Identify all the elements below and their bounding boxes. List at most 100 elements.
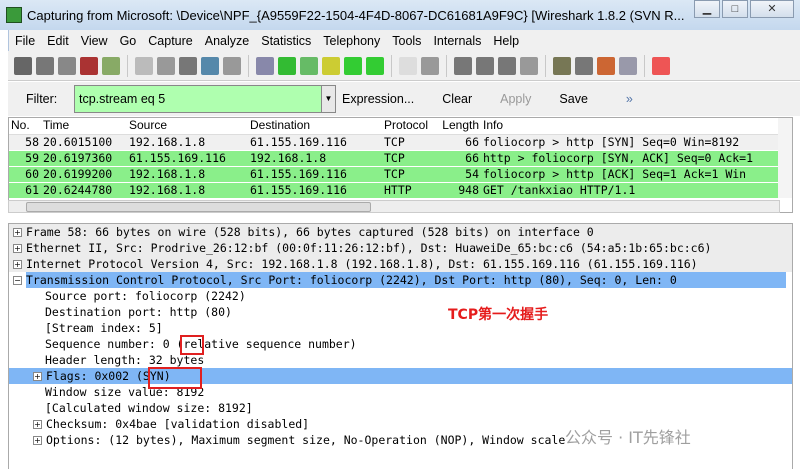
goto-icon[interactable]	[322, 56, 340, 75]
tree-item-text: Ethernet II, Src: Prodrive_26:12:bf (00:…	[26, 241, 712, 255]
menu-help[interactable]: Help	[493, 34, 519, 48]
print-icon[interactable]	[223, 56, 241, 75]
tree-item-frame[interactable]: + Frame 58: 66 bytes on wire (528 bits), …	[9, 224, 792, 240]
expand-icon[interactable]: +	[13, 244, 22, 253]
interfaces-icon[interactable]	[14, 56, 32, 75]
first-icon[interactable]	[344, 56, 362, 75]
scrollbar-thumb[interactable]	[26, 202, 371, 212]
packet-row[interactable]: 58 20.6015100 192.168.1.8 61.155.169.116 TCP…	[9, 135, 792, 151]
tree-item-window[interactable]: Window size value: 8192	[9, 384, 792, 400]
menu-view[interactable]: View	[81, 34, 108, 48]
expand-icon[interactable]: +	[33, 436, 42, 445]
menu-statistics[interactable]: Statistics	[261, 34, 311, 48]
packet-cell-no: 61	[25, 183, 39, 197]
maximize-button[interactable]: □	[722, 0, 748, 18]
packet-row[interactable]: 61 20.6244780 192.168.1.8 61.155.169.116 HTT…	[9, 183, 792, 199]
reload-icon[interactable]	[201, 56, 219, 75]
packet-cell-src: 192.168.1.8	[129, 167, 206, 181]
column-header[interactable]: Length	[435, 118, 481, 134]
packet-cell-len: 66	[465, 151, 479, 165]
packet-cell-dst: 61.155.169.116	[250, 167, 347, 181]
close-button[interactable]: ✕	[750, 0, 794, 18]
tree-item-tcp[interactable]: − Transmission Control Protocol, Src Port…	[9, 272, 792, 288]
toolbar-separator	[446, 54, 447, 77]
close-file-icon[interactable]	[179, 56, 197, 75]
save-button[interactable]: Save	[559, 92, 588, 106]
menu-capture[interactable]: Capture	[148, 34, 192, 48]
main-toolbar	[8, 51, 800, 81]
menu-edit[interactable]: Edit	[47, 34, 69, 48]
packet-cell-dst: 61.155.169.116	[250, 183, 347, 197]
column-header[interactable]: Time	[41, 118, 127, 134]
colorize-icon[interactable]	[399, 56, 417, 75]
column-header[interactable]: Info	[481, 118, 792, 134]
clear-button[interactable]: Clear	[442, 92, 472, 106]
menu-tools[interactable]: Tools	[392, 34, 421, 48]
expand-icon[interactable]: +	[13, 228, 22, 237]
syn-highlight-box	[148, 367, 202, 389]
toolbar-separator	[127, 54, 128, 77]
title-bar: Capturing from Microsoft: \Device\NPF_{A…	[0, 0, 800, 30]
display-filters-icon[interactable]	[575, 56, 593, 75]
tree-item-seq[interactable]: Sequence number: 0 (relative sequence nu…	[9, 336, 792, 352]
filter-toolbar: Filter: tcp.stream eq 5 ▼ Expression... …	[8, 82, 800, 116]
packet-row[interactable]: 60 20.6199200 192.168.1.8 61.155.169.116 TCP…	[9, 167, 792, 183]
find-icon[interactable]	[256, 56, 274, 75]
column-header[interactable]: Source	[127, 118, 248, 134]
menu-telephony[interactable]: Telephony	[323, 34, 380, 48]
tree-item-stream-index[interactable]: [Stream index: 5]	[9, 320, 792, 336]
tree-item-calc-window[interactable]: [Calculated window size: 8192]	[9, 400, 792, 416]
expand-icon[interactable]: +	[13, 260, 22, 269]
packet-list-vertical-scrollbar[interactable]	[778, 118, 792, 198]
column-header[interactable]: Destination	[248, 118, 382, 134]
coloring-rules-icon[interactable]	[597, 56, 615, 75]
save-icon[interactable]	[157, 56, 175, 75]
packet-row[interactable]: 59 20.6197360 61.155.169.116 192.168.1.8 TCP…	[9, 151, 792, 167]
expand-icon[interactable]: +	[33, 372, 42, 381]
tree-item-header-length[interactable]: Header length: 32 bytes	[9, 352, 792, 368]
tree-item-ip[interactable]: + Internet Protocol Version 4, Src: 192.1…	[9, 256, 792, 272]
zoom-normal-icon[interactable]	[498, 56, 516, 75]
packet-cell-src: 192.168.1.8	[129, 135, 206, 149]
tree-item-dst-port[interactable]: Destination port: http (80)	[9, 304, 792, 320]
help-icon[interactable]	[652, 56, 670, 75]
autoscroll-icon[interactable]	[421, 56, 439, 75]
tree-item-text: Transmission Control Protocol, Src Port:…	[26, 272, 786, 288]
filter-dropdown-button[interactable]: ▼	[322, 85, 336, 113]
packet-list-horizontal-scrollbar[interactable]	[8, 200, 780, 213]
collapse-icon[interactable]: −	[13, 276, 22, 285]
more-button[interactable]: »	[626, 92, 633, 106]
restart-icon[interactable]	[102, 56, 120, 75]
tree-item-src-port[interactable]: Source port: foliocorp (2242)	[9, 288, 792, 304]
menu-go[interactable]: Go	[120, 34, 137, 48]
zoom-out-icon[interactable]	[476, 56, 494, 75]
start-icon[interactable]	[58, 56, 76, 75]
back-icon[interactable]	[278, 56, 296, 75]
tree-item-flags[interactable]: + Flags: 0x002 (SYN)	[9, 368, 792, 384]
preferences-icon[interactable]	[619, 56, 637, 75]
open-icon[interactable]	[135, 56, 153, 75]
expand-icon[interactable]: +	[33, 420, 42, 429]
tree-item-ethernet[interactable]: + Ethernet II, Src: Prodrive_26:12:bf (00…	[9, 240, 792, 256]
expression-button[interactable]: Expression...	[342, 92, 414, 106]
apply-button[interactable]: Apply	[500, 92, 531, 106]
column-header[interactable]: Protocol	[382, 118, 435, 134]
menu-file[interactable]: File	[15, 34, 35, 48]
minimize-button[interactable]: ▁	[694, 0, 720, 18]
menu-analyze[interactable]: Analyze	[205, 34, 249, 48]
wireshark-icon	[6, 7, 22, 23]
packet-cell-proto: TCP	[384, 151, 405, 165]
options-icon[interactable]	[36, 56, 54, 75]
zoom-in-icon[interactable]	[454, 56, 472, 75]
capture-filters-icon[interactable]	[553, 56, 571, 75]
last-icon[interactable]	[366, 56, 384, 75]
menu-internals[interactable]: Internals	[433, 34, 481, 48]
packet-cell-src: 192.168.1.8	[129, 183, 206, 197]
column-header[interactable]: No.	[9, 118, 41, 134]
tree-item-text: Checksum: 0x4bae [validation disabled]	[46, 417, 310, 431]
forward-icon[interactable]	[300, 56, 318, 75]
stop-icon[interactable]	[80, 56, 98, 75]
window-title: Capturing from Microsoft: \Device\NPF_{A…	[27, 7, 685, 23]
resize-columns-icon[interactable]	[520, 56, 538, 75]
filter-input[interactable]: tcp.stream eq 5	[74, 85, 322, 113]
